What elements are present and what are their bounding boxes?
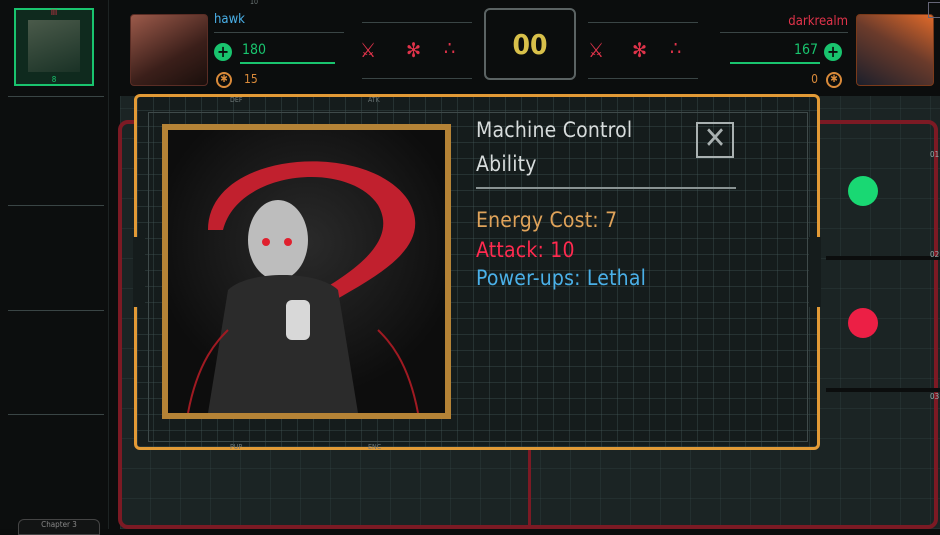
card-artwork xyxy=(162,124,451,419)
attack-value: Attack: 10 xyxy=(476,238,575,262)
close-x-icon: ✕ xyxy=(703,121,727,156)
player-token[interactable] xyxy=(848,176,878,206)
player2-hp-bar xyxy=(730,62,820,64)
hud-divider xyxy=(588,22,698,23)
player1-energy: 15 xyxy=(244,72,258,86)
reaper-illustration xyxy=(187,161,419,413)
close-button[interactable]: ✕ xyxy=(696,122,734,158)
row-label: 01 xyxy=(930,150,940,159)
card-title: Machine Control xyxy=(476,118,633,142)
energy-icon: ✱ xyxy=(826,72,842,88)
player2-energy: 0 xyxy=(811,72,818,86)
hud-divider xyxy=(362,22,472,23)
player1-portrait[interactable] xyxy=(130,14,208,86)
turn-counter-value: 00 xyxy=(512,28,548,61)
player1-hp-bar xyxy=(240,62,335,64)
spider-icon: ✻ xyxy=(632,38,648,62)
frame-notch xyxy=(809,237,821,307)
powerups-value: Power-ups: Lethal xyxy=(476,266,647,290)
lane-divider xyxy=(826,388,940,392)
spider-icon: ✻ xyxy=(406,38,422,62)
sidebar-divider xyxy=(8,310,104,311)
energy-cost: Energy Cost: 7 xyxy=(476,208,618,232)
player1-name: hawk xyxy=(214,12,245,27)
hud-divider xyxy=(588,78,698,79)
hud-divider xyxy=(720,32,848,33)
frame-label: DEF xyxy=(230,96,243,104)
lane-divider xyxy=(826,256,940,260)
player1-hp: 180 xyxy=(242,42,267,58)
frame-label: ATK xyxy=(368,96,380,104)
menu-icon[interactable] xyxy=(928,2,940,18)
crossed-swords-icon: ⚔ xyxy=(588,38,605,62)
hud-divider xyxy=(214,32,344,33)
card-type: Ability xyxy=(476,152,537,176)
three-dots-icon: ∴ xyxy=(444,36,456,60)
crossed-swords-icon: ⚔ xyxy=(360,38,377,62)
frame-notch xyxy=(133,237,145,307)
sidebar-divider xyxy=(8,414,104,415)
thumbnail-bottom-label: 8 xyxy=(51,75,57,84)
board-center-line xyxy=(528,450,531,529)
active-card-thumbnail[interactable]: III 8 xyxy=(14,8,94,86)
health-icon: + xyxy=(824,43,842,61)
hud-divider xyxy=(362,78,472,79)
energy-icon: ✱ xyxy=(216,72,232,88)
thumbnail-portrait xyxy=(28,20,80,72)
frame-label: PUP xyxy=(230,443,243,451)
thumbnail-top-label: III xyxy=(50,8,58,17)
player2-portrait[interactable] xyxy=(856,14,934,86)
player2-name: darkrealm xyxy=(788,14,848,29)
card-illustration xyxy=(168,130,445,413)
turn-counter: 00 xyxy=(484,8,576,80)
health-icon: + xyxy=(214,43,232,61)
top-hud: 10 hawk + 180 ✱ 15 ⚔ ✻ ∴ 00 ⚔ ✻ ∴ darkre… xyxy=(110,0,940,96)
sidebar-divider xyxy=(8,205,104,206)
row-label: 03 xyxy=(930,392,940,401)
row-label: 02 xyxy=(930,250,940,259)
frame-label: ENC xyxy=(368,443,382,451)
chapter-tab[interactable]: Chapter 3 xyxy=(18,519,100,535)
enemy-token[interactable] xyxy=(848,308,878,338)
player2-hp: 167 xyxy=(793,42,818,58)
sidebar-divider xyxy=(8,96,104,97)
title-divider xyxy=(476,187,736,189)
top-tick-label: 10 xyxy=(250,0,259,6)
three-dots-icon: ∴ xyxy=(670,36,682,60)
